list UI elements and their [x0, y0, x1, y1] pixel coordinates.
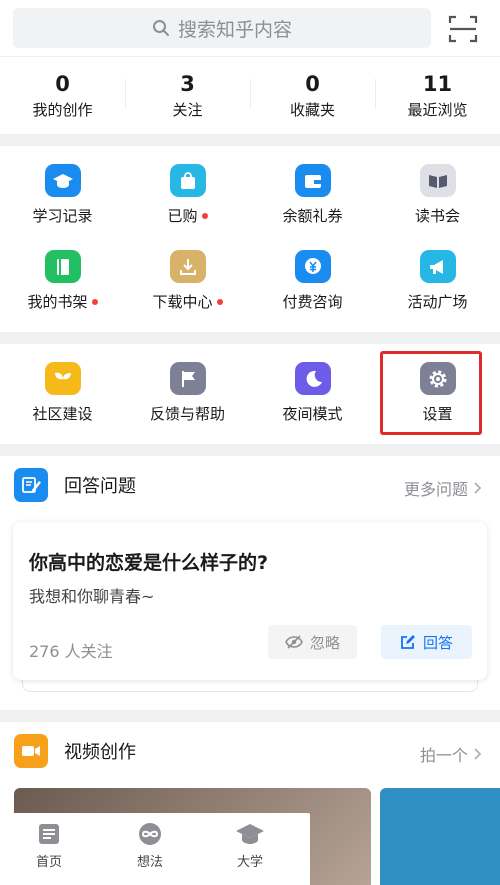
stat-value: 0: [305, 71, 320, 96]
flag-icon: [169, 362, 206, 395]
tab-home[interactable]: 首页: [14, 821, 84, 870]
tool-label: 夜间模式: [282, 405, 343, 423]
stat-label: 最近浏览: [407, 100, 468, 119]
stat-recent[interactable]: 11 最近浏览: [375, 57, 500, 134]
stat-collections[interactable]: 0 收藏夹: [250, 57, 375, 134]
tool-label: 读书会: [414, 207, 460, 225]
sprout-icon: [44, 362, 81, 395]
answer-button[interactable]: 回答: [381, 625, 472, 659]
megaphone-icon: [419, 250, 456, 283]
pencil-square-icon: [401, 635, 415, 649]
tool-purchased[interactable]: 已购: [125, 146, 250, 226]
tab-university[interactable]: 大学: [215, 821, 285, 870]
idea-icon: [139, 823, 161, 845]
tool-label: 下载中心: [152, 291, 223, 312]
chevron-right-icon: [474, 748, 482, 760]
tool-label: 反馈与帮助: [149, 405, 225, 423]
stat-creations[interactable]: 0 我的创作: [0, 57, 125, 134]
moon-icon: [294, 362, 331, 395]
tab-ideas[interactable]: 想法: [115, 821, 185, 870]
search-placeholder: 搜索知乎内容: [177, 18, 292, 41]
bottom-tab-bar: 首页 想法 大学: [0, 813, 310, 885]
tool-book-club[interactable]: 读书会: [375, 146, 500, 226]
section-header: 视频创作: [14, 734, 136, 768]
home-icon: [39, 824, 59, 844]
stat-value: 11: [422, 71, 453, 96]
tool-label: 活动广场: [407, 293, 468, 311]
tool-paid-consult[interactable]: 付费咨询: [250, 232, 375, 312]
search-input[interactable]: 搜索知乎内容: [13, 8, 431, 48]
stats-row: 0 我的创作 3 关注 0 收藏夹 11 最近浏览: [0, 57, 500, 134]
tool-activity-square[interactable]: 活动广场: [375, 232, 500, 312]
open-book-icon: [419, 164, 456, 197]
notification-dot: [91, 298, 98, 305]
university-icon: [236, 824, 264, 844]
bookshelf-icon: [44, 250, 81, 283]
tool-night-mode[interactable]: 夜间模式: [250, 344, 375, 424]
top-bar: 搜索知乎内容: [0, 0, 500, 56]
section-title: 回答问题: [64, 476, 136, 497]
tool-community[interactable]: 社区建设: [0, 344, 125, 424]
wallet-icon: [294, 164, 331, 197]
tool-balance-coupons[interactable]: 余额礼券: [250, 146, 375, 226]
tool-feedback-help[interactable]: 反馈与帮助: [125, 344, 250, 424]
section-header: 回答问题: [14, 468, 136, 502]
tool-label: 付费咨询: [282, 293, 343, 311]
scan-icon[interactable]: [448, 14, 478, 44]
answer-question-section: 回答问题 更多问题 你高中的恋爱是什么样子的? 我想和你聊青春~ 276 人关注…: [0, 456, 500, 710]
tool-label: 余额礼券: [282, 207, 343, 225]
tool-learning-record[interactable]: 学习记录: [0, 146, 125, 226]
notification-dot: [216, 298, 223, 305]
follower-count: 276 人关注: [29, 642, 113, 661]
tab-label: 想法: [136, 855, 163, 870]
tab-label: 首页: [35, 855, 62, 870]
tools-grid: 学习记录 已购 余额礼券 读书会 我的书架 下载中心 付费咨询 活动广场: [0, 146, 500, 332]
download-icon: [169, 250, 206, 283]
stat-label: 关注: [172, 100, 203, 119]
notification-dot: [201, 212, 208, 219]
video-camera-icon: [14, 734, 48, 768]
tab-label: 大学: [236, 855, 263, 870]
answer-label: 回答: [422, 633, 453, 652]
stat-value: 0: [55, 71, 70, 96]
more-label: 更多问题: [403, 480, 468, 499]
shopping-bag-icon: [169, 164, 206, 197]
more-label: 拍一个: [419, 746, 468, 765]
settings-highlight-box: [380, 351, 482, 435]
tool-bookshelf[interactable]: 我的书架: [0, 232, 125, 312]
tool-label: 学习记录: [32, 207, 93, 225]
stat-label: 我的创作: [32, 100, 93, 119]
more-questions-link[interactable]: 更多问题: [404, 476, 486, 500]
stat-value: 3: [180, 71, 195, 96]
tool-label: 社区建设: [32, 405, 93, 423]
chevron-right-icon: [474, 482, 482, 494]
question-title: 你高中的恋爱是什么样子的?: [29, 552, 269, 574]
ignore-button[interactable]: 忽略: [268, 625, 357, 659]
eye-off-icon: [285, 635, 303, 649]
stat-following[interactable]: 3 关注: [125, 57, 250, 134]
ignore-label: 忽略: [309, 633, 340, 652]
stat-label: 收藏夹: [289, 100, 335, 119]
tool-label: 已购: [167, 205, 208, 226]
edit-note-icon: [14, 468, 48, 502]
shoot-one-link[interactable]: 拍一个: [420, 742, 486, 766]
search-icon: [152, 20, 169, 36]
tool-download-center[interactable]: 下载中心: [125, 232, 250, 312]
yen-chat-icon: [294, 250, 331, 283]
section-title: 视频创作: [64, 742, 136, 763]
video-thumbnail[interactable]: [380, 788, 500, 885]
tool-label: 我的书架: [27, 291, 98, 312]
question-card[interactable]: 你高中的恋爱是什么样子的? 我想和你聊青春~ 276 人关注 忽略 回答: [13, 522, 487, 680]
question-subtitle: 我想和你聊青春~: [29, 587, 155, 606]
graduation-cap-icon: [44, 164, 81, 197]
